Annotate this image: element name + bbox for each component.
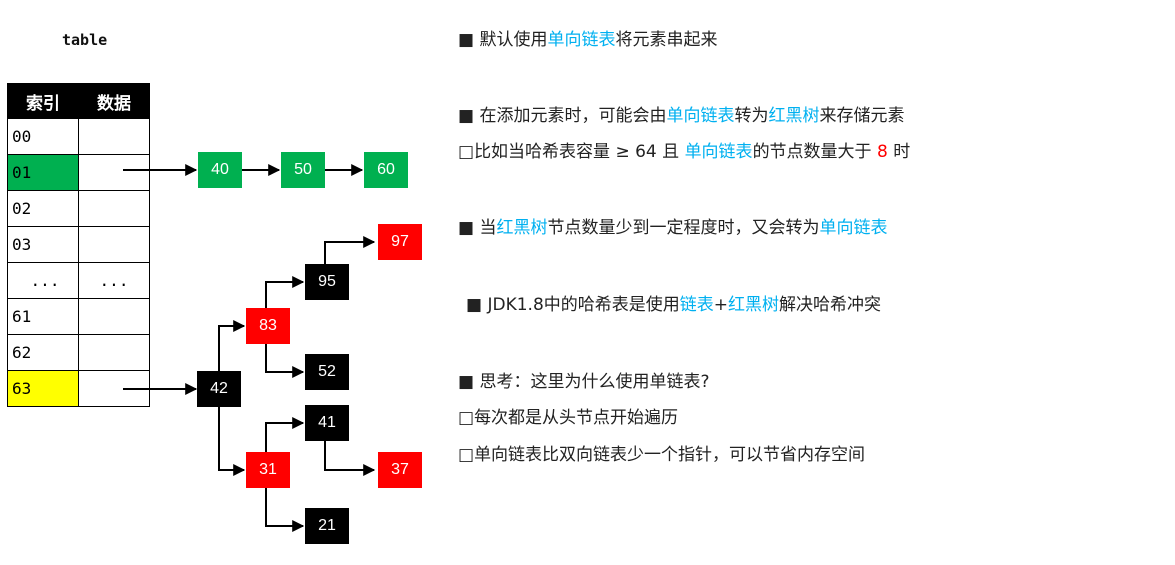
connector-lines <box>123 164 376 532</box>
note-line-5: ■ JDK1.8中的哈希表是使用链表+红黑树解决哈希冲突 <box>466 290 881 315</box>
note-line-7: □每次都是从头节点开始遍历 <box>458 403 678 428</box>
bullet-square-icon: ■ <box>458 30 475 50</box>
list-node-50: 50 <box>281 152 325 188</box>
note-text: 默认使用 <box>479 30 548 50</box>
bullet-hollow-square-icon: □ <box>458 408 475 428</box>
note-highlight: 红黑树 <box>768 106 820 126</box>
bullet-square-icon: ■ <box>458 218 475 238</box>
note-text: JDK1.8中的哈希表是使用 <box>487 295 680 315</box>
bullet-square-icon: ■ <box>458 106 475 126</box>
note-red-value: 8 <box>876 142 888 162</box>
note-highlight: 红黑树 <box>496 218 548 238</box>
note-highlight: 单向链表 <box>547 30 616 50</box>
tree-node-42: 42 <box>197 371 241 407</box>
bullet-hollow-square-icon: □ <box>458 445 475 465</box>
tree-node-21: 21 <box>305 508 349 544</box>
arrow-31-to-21 <box>265 488 305 532</box>
note-highlight: 红黑树 <box>728 295 780 315</box>
note-highlight: 链表 <box>679 295 714 315</box>
note-text: 来存储元素 <box>819 106 905 126</box>
tree-node-95: 95 <box>305 264 349 300</box>
note-line-8: □单向链表比双向链表少一个指针，可以节省内存空间 <box>458 440 865 465</box>
arrow-83-to-52 <box>265 344 305 378</box>
tree-node-52: 52 <box>305 354 349 390</box>
list-node-60: 60 <box>364 152 408 188</box>
tree-node-97: 97 <box>378 224 422 260</box>
note-text: 时 <box>887 142 911 162</box>
arrow-83-to-95 <box>265 276 305 308</box>
note-highlight: 单向链表 <box>819 218 888 238</box>
arrow-42-to-83 <box>218 320 246 371</box>
bullet-hollow-square-icon: □ <box>458 142 475 162</box>
tree-node-41: 41 <box>305 405 349 441</box>
note-text: 单向链表比双向链表少一个指针，可以节省内存空间 <box>474 445 866 465</box>
note-text: 比如当哈希表容量 ≥ 64 且 <box>474 142 685 162</box>
note-text: 转为 <box>734 106 769 126</box>
note-text: 的节点数量大于 <box>752 142 877 162</box>
arrow-42-to-31 <box>218 407 246 476</box>
tree-node-83: 83 <box>246 308 290 344</box>
note-line-3: □比如当哈希表容量 ≥ 64 且 单向链表的节点数量大于 8 时 <box>458 137 910 162</box>
tree-node-37: 37 <box>378 452 422 488</box>
bullet-square-icon: ■ <box>466 295 483 315</box>
note-line-2: ■ 在添加元素时，可能会由单向链表转为红黑树来存储元素 <box>458 101 904 126</box>
note-text: 思考：这里为什么使用单链表? <box>479 372 710 392</box>
note-text: 节点数量少到一定程度时，又会转为 <box>547 218 820 238</box>
arrow-95-to-97 <box>324 236 376 264</box>
note-line-6: ■ 思考：这里为什么使用单链表? <box>458 367 710 392</box>
note-highlight: 单向链表 <box>684 142 753 162</box>
arrow-31-to-41 <box>265 417 305 452</box>
note-text: 解决哈希冲突 <box>779 295 882 315</box>
arrow-41-to-37 <box>324 441 376 476</box>
list-node-40: 40 <box>198 152 242 188</box>
note-text: 将元素串起来 <box>615 30 718 50</box>
note-line-4: ■ 当红黑树节点数量少到一定程度时，又会转为单向链表 <box>458 213 887 238</box>
bullet-square-icon: ■ <box>458 372 475 392</box>
note-text: 在添加元素时，可能会由 <box>479 106 667 126</box>
tree-node-31: 31 <box>246 452 290 488</box>
note-text: 每次都是从头节点开始遍历 <box>474 408 679 428</box>
note-highlight: 单向链表 <box>666 106 735 126</box>
note-line-1: ■ 默认使用单向链表将元素串起来 <box>458 25 717 50</box>
note-text: 当 <box>479 218 497 238</box>
note-text: + <box>713 295 729 315</box>
